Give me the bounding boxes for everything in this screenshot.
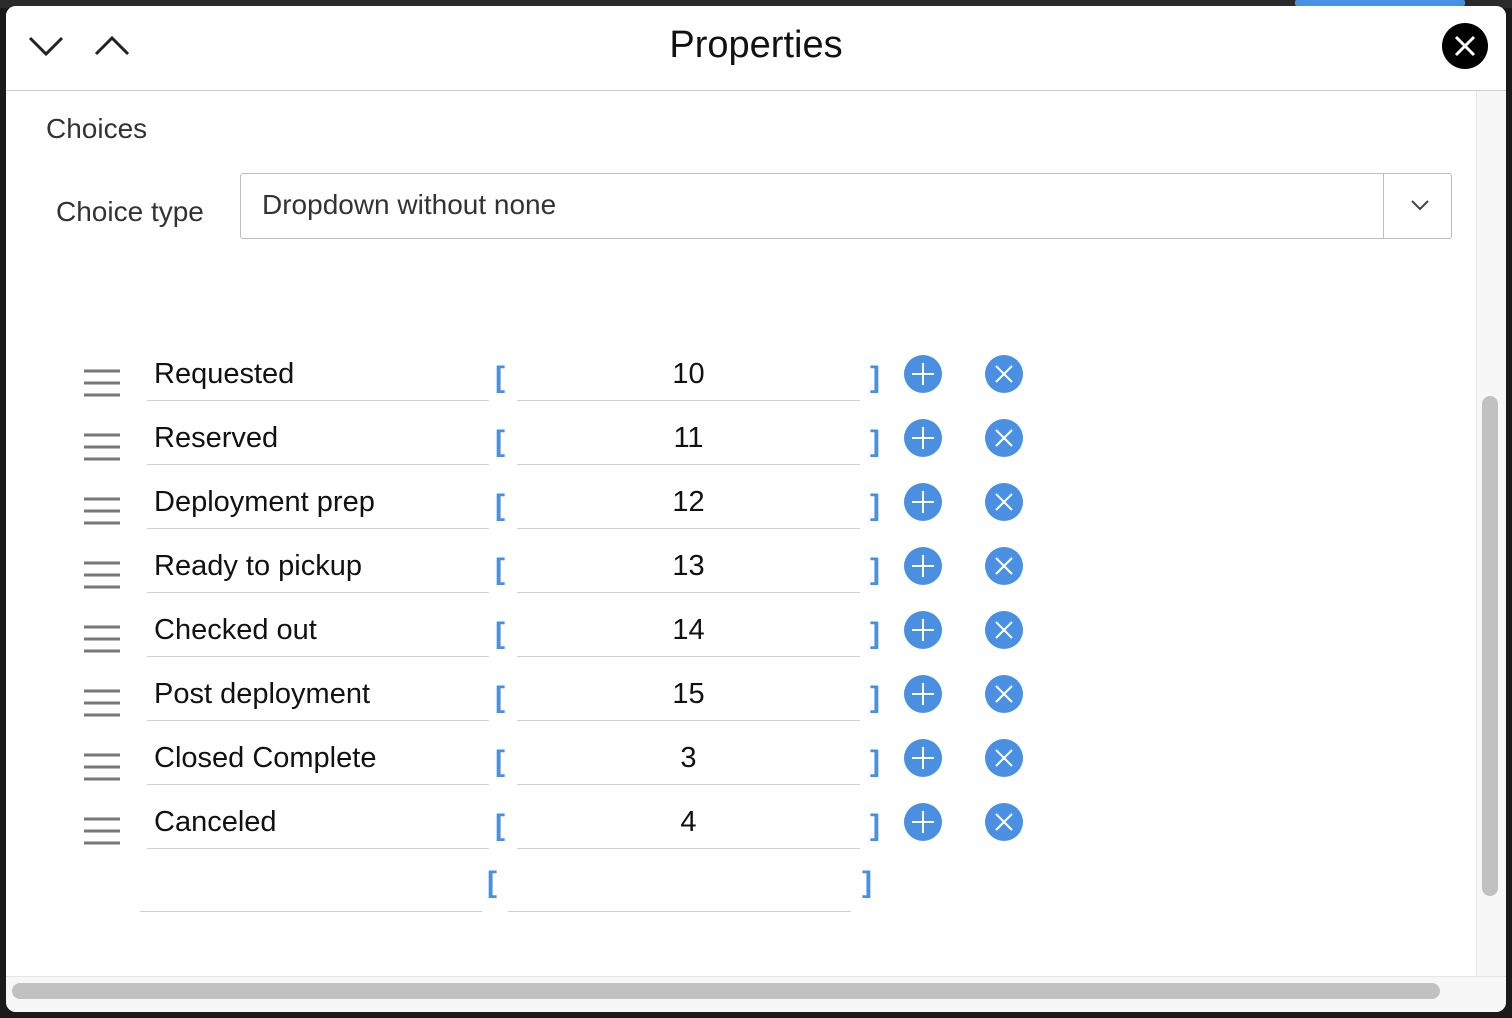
close-bracket: ] <box>870 425 880 458</box>
close-bracket: ] <box>870 809 880 842</box>
plus-icon <box>912 683 934 705</box>
open-bracket: [ <box>495 617 505 650</box>
choice-row: Reserved [ 11 ] <box>6 417 1476 481</box>
open-bracket: [ <box>495 425 505 458</box>
choice-label-input[interactable]: Post deployment <box>147 673 489 721</box>
section-title: Choices <box>46 113 148 144</box>
add-choice-button[interactable] <box>904 419 942 457</box>
open-bracket: [ <box>495 681 505 714</box>
plus-icon <box>912 555 934 577</box>
close-button[interactable] <box>1442 23 1488 69</box>
x-icon <box>995 365 1013 383</box>
x-icon <box>995 813 1013 831</box>
remove-choice-button[interactable] <box>985 675 1023 713</box>
close-bracket: ] <box>870 681 880 714</box>
dialog-title: Properties <box>669 24 843 66</box>
add-choice-button[interactable] <box>904 803 942 841</box>
close-bracket: ] <box>870 361 880 394</box>
drag-handle-icon[interactable] <box>82 619 122 659</box>
drag-handle-icon[interactable] <box>82 747 122 787</box>
add-choice-button[interactable] <box>904 483 942 521</box>
open-bracket: [ <box>495 745 505 778</box>
x-icon <box>995 685 1013 703</box>
choice-label-input[interactable]: Reserved <box>147 417 489 465</box>
plus-icon <box>912 491 934 513</box>
new-choice-row: [ ] <box>6 864 1476 928</box>
choice-label-input[interactable]: Canceled <box>147 801 489 849</box>
open-bracket: [ <box>495 489 505 522</box>
close-bracket: ] <box>870 617 880 650</box>
plus-icon <box>912 747 934 769</box>
open-bracket: [ <box>495 553 505 586</box>
plus-icon <box>912 427 934 449</box>
drag-handle-icon[interactable] <box>82 491 122 531</box>
choice-row: Checked out [ 14 ] <box>6 609 1476 673</box>
choice-value-input[interactable]: 12 <box>517 481 860 529</box>
choice-row: Post deployment [ 15 ] <box>6 673 1476 737</box>
x-icon <box>995 429 1013 447</box>
drag-handle-icon[interactable] <box>82 811 122 851</box>
choice-value-input[interactable]: 11 <box>517 417 860 465</box>
choice-row: Ready to pickup [ 13 ] <box>6 545 1476 609</box>
drag-handle-icon[interactable] <box>82 427 122 467</box>
open-bracket: [ <box>487 866 497 899</box>
remove-choice-button[interactable] <box>985 803 1023 841</box>
choice-type-select[interactable]: Dropdown without none <box>240 173 1452 239</box>
close-bracket: ] <box>862 866 872 899</box>
new-choice-value-input[interactable] <box>508 864 851 912</box>
remove-choice-button[interactable] <box>985 611 1023 649</box>
dialog-header: Properties <box>6 6 1506 91</box>
drag-handle-icon[interactable] <box>82 363 122 403</box>
choice-label-input[interactable]: Checked out <box>147 609 489 657</box>
choice-label-input[interactable]: Ready to pickup <box>147 545 489 593</box>
remove-choice-button[interactable] <box>985 419 1023 457</box>
choice-value-input[interactable]: 14 <box>517 609 860 657</box>
choice-type-label: Choice type <box>56 196 204 227</box>
choice-row: Closed Complete [ 3 ] <box>6 737 1476 801</box>
close-bracket: ] <box>870 553 880 586</box>
choice-row: Deployment prep [ 12 ] <box>6 481 1476 545</box>
remove-choice-button[interactable] <box>985 547 1023 585</box>
remove-choice-button[interactable] <box>985 355 1023 393</box>
add-choice-button[interactable] <box>904 355 942 393</box>
drag-handle-icon[interactable] <box>82 555 122 595</box>
choice-value-input[interactable]: 15 <box>517 673 860 721</box>
choice-value-input[interactable]: 4 <box>517 801 860 849</box>
choice-value-input[interactable]: 13 <box>517 545 860 593</box>
choice-value-input[interactable]: 10 <box>517 353 860 401</box>
choice-value-input[interactable]: 3 <box>517 737 860 785</box>
x-icon <box>995 749 1013 767</box>
plus-icon <box>912 363 934 385</box>
add-choice-button[interactable] <box>904 547 942 585</box>
open-bracket: [ <box>495 361 505 394</box>
add-choice-button[interactable] <box>904 675 942 713</box>
add-choice-button[interactable] <box>904 611 942 649</box>
drag-handle-icon[interactable] <box>82 683 122 723</box>
horizontal-scrollbar-thumb[interactable] <box>12 983 1440 999</box>
dialog-content: Choices Choice type Dropdown without non… <box>6 91 1476 976</box>
add-choice-button[interactable] <box>904 739 942 777</box>
close-icon <box>1454 35 1476 57</box>
close-bracket: ] <box>870 489 880 522</box>
new-choice-label-input[interactable] <box>140 864 482 912</box>
choice-label-input[interactable]: Closed Complete <box>147 737 489 785</box>
chevron-down-icon <box>1411 200 1429 211</box>
plus-icon <box>912 811 934 833</box>
vertical-scrollbar-thumb[interactable] <box>1482 396 1498 896</box>
remove-choice-button[interactable] <box>985 739 1023 777</box>
choice-label-input[interactable]: Requested <box>147 353 489 401</box>
open-bracket: [ <box>495 809 505 842</box>
x-icon <box>995 557 1013 575</box>
plus-icon <box>912 619 934 641</box>
choice-row: Canceled [ 4 ] <box>6 801 1476 865</box>
choice-row: Requested [ 10 ] <box>6 353 1476 417</box>
select-divider <box>1383 174 1384 238</box>
choice-label-input[interactable]: Deployment prep <box>147 481 489 529</box>
close-bracket: ] <box>870 745 880 778</box>
x-icon <box>995 621 1013 639</box>
properties-dialog: Properties Choices Choice type Dropdown … <box>6 6 1506 1012</box>
x-icon <box>995 493 1013 511</box>
remove-choice-button[interactable] <box>985 483 1023 521</box>
choice-type-value: Dropdown without none <box>262 189 557 220</box>
